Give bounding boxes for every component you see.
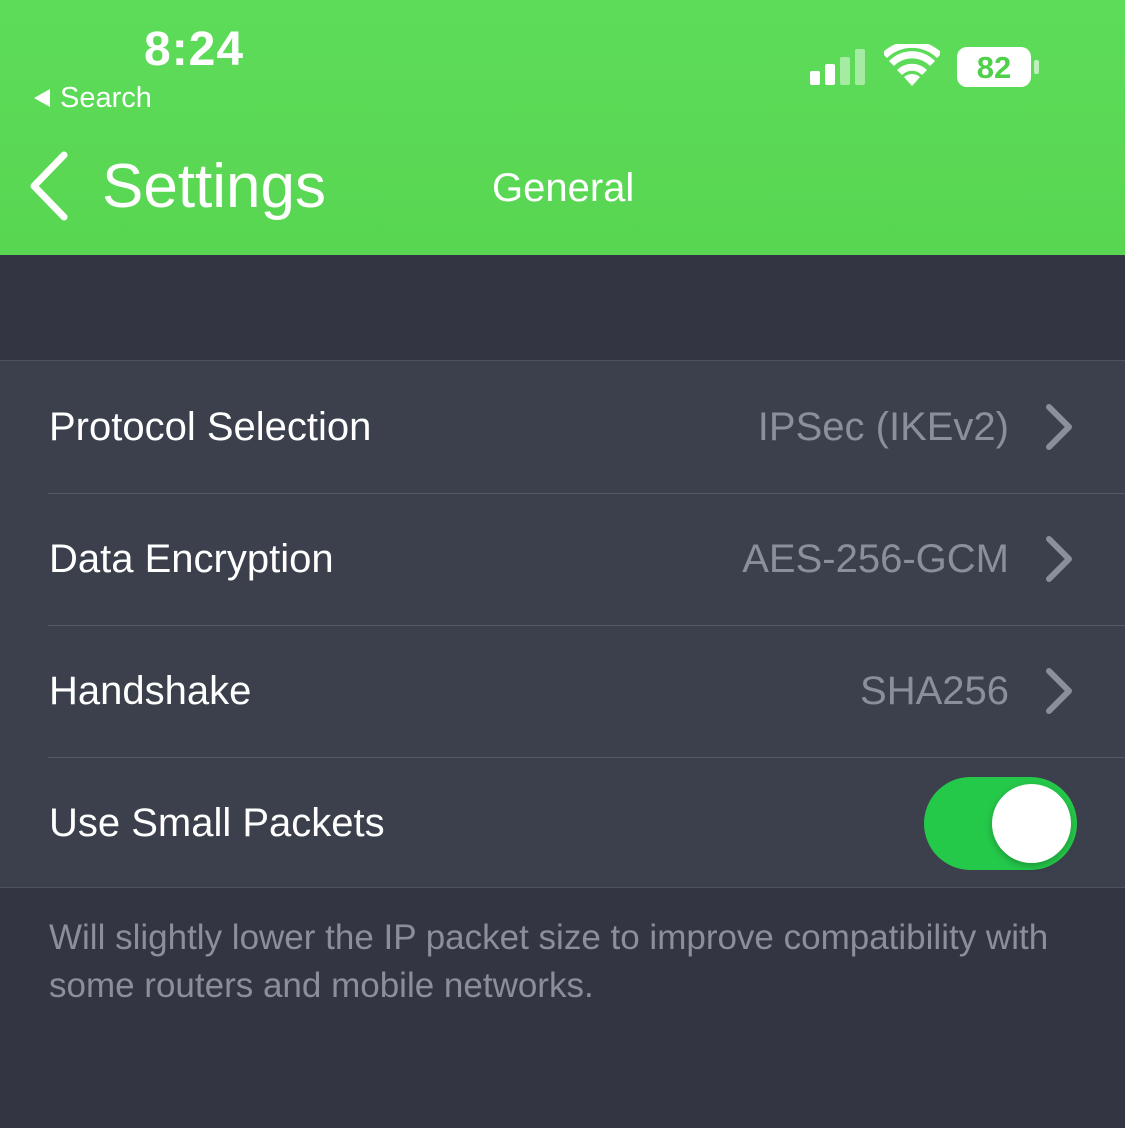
chevron-right-icon	[1046, 404, 1072, 450]
settings-group: Protocol Selection IPSec (IKEv2) Data En…	[0, 360, 1125, 888]
back-to-app-link[interactable]: Search	[34, 82, 152, 114]
row-use-small-packets: Use Small Packets	[0, 757, 1125, 889]
chevron-right-icon	[1046, 536, 1072, 582]
battery-icon: 82	[957, 47, 1039, 87]
row-handshake[interactable]: Handshake SHA256	[0, 625, 1125, 757]
status-time: 8:24	[144, 23, 245, 76]
row-label: Data Encryption	[49, 536, 334, 581]
row-value: AES-256-GCM	[742, 536, 1009, 581]
row-label: Use Small Packets	[49, 800, 385, 845]
battery-level: 82	[977, 50, 1011, 85]
back-button[interactable]: Settings	[26, 148, 326, 224]
row-label: Protocol Selection	[49, 404, 372, 449]
row-data-encryption[interactable]: Data Encryption AES-256-GCM	[0, 493, 1125, 625]
page-title: General	[492, 166, 635, 210]
row-label: Handshake	[49, 668, 252, 713]
row-value: IPSec (IKEv2)	[757, 404, 1009, 449]
back-to-app-label: Search	[60, 81, 152, 114]
small-packets-toggle[interactable]	[924, 777, 1077, 870]
small-packets-footer-note: Will slightly lower the IP packet size t…	[49, 918, 1049, 1005]
navigation-header: 8:24 Search 82 Settings General	[0, 0, 1125, 255]
back-triangle-icon	[34, 89, 50, 107]
row-protocol-selection[interactable]: Protocol Selection IPSec (IKEv2)	[0, 361, 1125, 493]
wifi-icon	[884, 44, 940, 86]
toggle-knob	[992, 784, 1071, 863]
row-value: SHA256	[860, 668, 1009, 713]
chevron-right-icon	[1046, 668, 1072, 714]
cellular-signal-icon	[810, 49, 865, 85]
back-button-label: Settings	[102, 151, 327, 221]
chevron-left-icon	[30, 151, 68, 221]
